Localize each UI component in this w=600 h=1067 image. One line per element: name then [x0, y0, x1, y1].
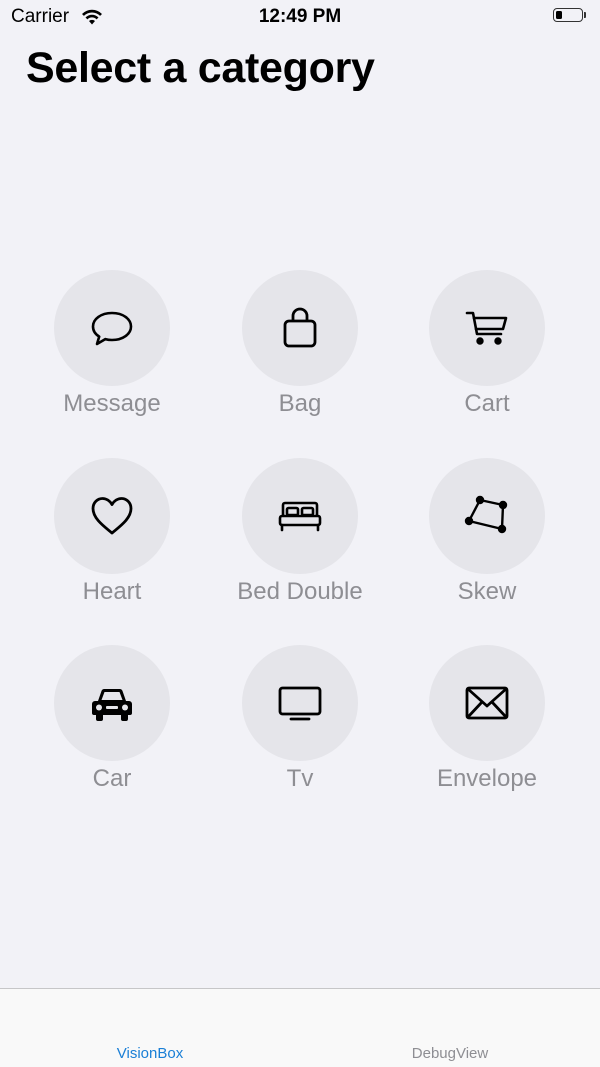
- battery-icon: [553, 8, 586, 22]
- category-message[interactable]: Message: [22, 270, 202, 418]
- tv-icon: [278, 686, 322, 721]
- category-bed-double[interactable]: Bed Double: [210, 458, 390, 606]
- message-bubble-icon: [91, 311, 133, 346]
- category-label: Car: [92, 765, 132, 792]
- category-circle[interactable]: [242, 645, 358, 761]
- category-circle[interactable]: [242, 458, 358, 574]
- category-car[interactable]: Car: [22, 645, 202, 793]
- heart-icon: [91, 497, 133, 535]
- tab-visionbox[interactable]: VisionBox: [0, 1045, 300, 1062]
- category-circle[interactable]: [54, 270, 170, 386]
- category-skew[interactable]: Skew: [397, 458, 577, 606]
- category-bag[interactable]: Bag: [210, 270, 390, 418]
- cart-icon: [465, 311, 508, 345]
- category-circle[interactable]: [54, 458, 170, 574]
- category-circle[interactable]: [429, 270, 545, 386]
- battery-level: [556, 11, 562, 19]
- category-circle[interactable]: [429, 645, 545, 761]
- status-bar: Carrier 12:49 PM: [0, 0, 600, 34]
- status-time: 12:49 PM: [258, 6, 342, 27]
- category-envelope[interactable]: Envelope: [397, 645, 577, 793]
- category-label: Skew: [457, 578, 517, 605]
- category-circle[interactable]: [54, 645, 170, 761]
- category-label: Heart: [82, 578, 142, 605]
- skew-icon: [464, 495, 508, 534]
- category-circle[interactable]: [429, 458, 545, 574]
- tab-bar: VisionBox DebugView: [0, 988, 600, 1067]
- bag-icon: [283, 307, 317, 348]
- category-circle[interactable]: [242, 270, 358, 386]
- category-label: Bag: [278, 390, 322, 417]
- category-cart[interactable]: Cart: [397, 270, 577, 418]
- category-label: Envelope: [436, 765, 538, 792]
- envelope-icon: [465, 686, 509, 720]
- bed-double-icon: [278, 501, 322, 532]
- category-tv[interactable]: Tv: [210, 645, 390, 793]
- category-label: Bed Double: [237, 578, 363, 605]
- category-heart[interactable]: Heart: [22, 458, 202, 606]
- category-label: Tv: [286, 765, 314, 792]
- category-label: Message: [63, 390, 161, 417]
- tab-debugview[interactable]: DebugView: [300, 1045, 600, 1062]
- car-icon: [92, 689, 132, 721]
- category-label: Cart: [464, 390, 510, 417]
- page-title: Select a category: [26, 44, 375, 92]
